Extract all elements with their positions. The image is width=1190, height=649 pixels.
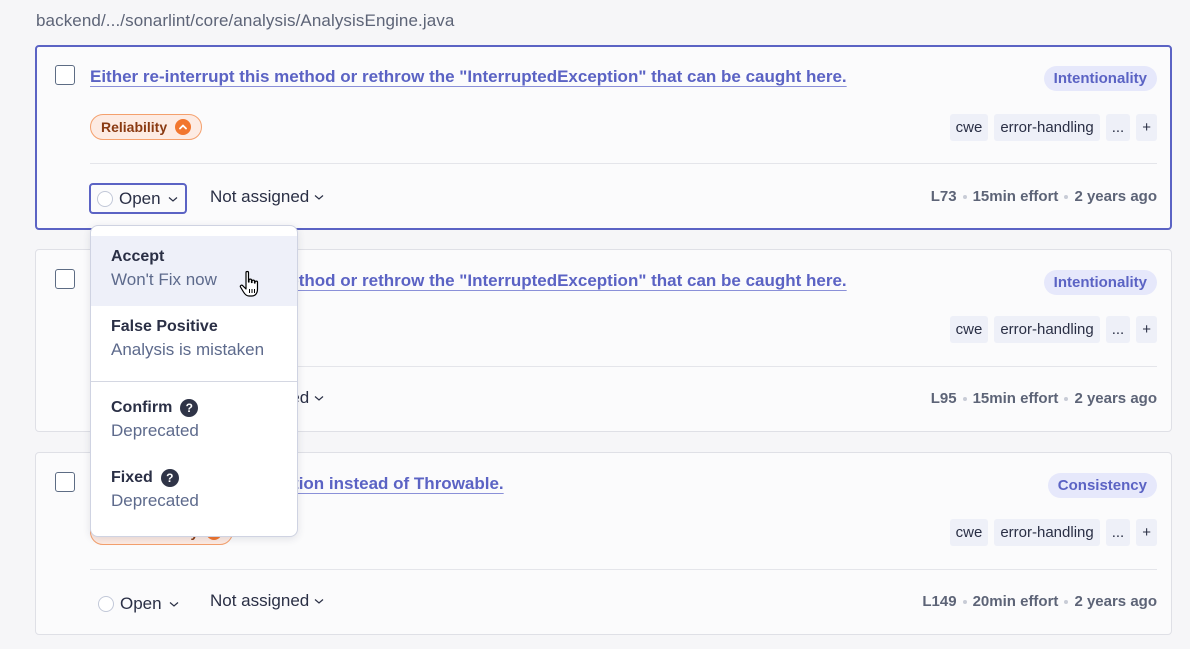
separator-dot xyxy=(962,599,967,604)
menu-item-description: Analysis is mistaken xyxy=(111,340,265,359)
menu-item-false-positive[interactable]: False Positive Analysis is mistaken xyxy=(91,306,297,376)
tag[interactable]: cwe xyxy=(949,519,989,546)
status-label: Open xyxy=(119,188,161,208)
age: 2 years ago xyxy=(1074,390,1157,407)
line-number[interactable]: L149 xyxy=(922,593,956,610)
status-label: Open xyxy=(120,593,162,613)
assignee-dropdown[interactable]: Not assigned xyxy=(210,591,325,611)
menu-item-description: Deprecated xyxy=(111,421,199,440)
chevron-down-icon xyxy=(314,599,324,604)
line-number[interactable]: L73 xyxy=(931,188,957,205)
issue-meta: L73 15min effort 2 years ago xyxy=(931,188,1157,205)
age: 2 years ago xyxy=(1074,593,1157,610)
help-icon[interactable]: ? xyxy=(180,399,199,417)
file-path: backend/.../sonarlint/core/analysis/Anal… xyxy=(36,11,455,30)
add-tag-button[interactable]: + xyxy=(1136,316,1157,343)
chevron-down-icon xyxy=(168,196,177,202)
divider xyxy=(90,163,1157,164)
tags-list: cwe error-handling ... + xyxy=(949,316,1157,343)
age: 2 years ago xyxy=(1074,188,1157,205)
hand-pointer-cursor-icon xyxy=(239,270,259,297)
add-tag-button[interactable]: + xyxy=(1136,114,1157,141)
tags-list: cwe error-handling ... + xyxy=(949,519,1157,546)
more-tags-button[interactable]: ... xyxy=(1105,114,1131,141)
menu-item-label: Fixed ? xyxy=(111,469,297,487)
menu-item-description: Deprecated xyxy=(111,491,199,510)
status-dropdown[interactable]: Open xyxy=(90,588,188,619)
tag[interactable]: error-handling xyxy=(994,114,1100,141)
tag[interactable]: cwe xyxy=(949,114,989,141)
quality-label: Reliability xyxy=(101,119,168,135)
status-open-icon xyxy=(97,190,113,207)
tags-list: cwe error-handling ... + xyxy=(949,114,1157,141)
clean-code-attribute-badge: Consistency xyxy=(1047,473,1157,498)
tag[interactable]: error-handling xyxy=(994,316,1100,343)
divider xyxy=(90,569,1157,570)
effort: 20min effort xyxy=(972,593,1059,610)
assignee-label: Not assigned xyxy=(210,187,310,206)
chevron-down-icon xyxy=(314,195,324,200)
add-tag-button[interactable]: + xyxy=(1136,519,1157,546)
menu-item-label: False Positive xyxy=(111,318,218,335)
severity-high-icon xyxy=(175,119,192,135)
separator-dot xyxy=(962,396,967,401)
tag[interactable]: cwe xyxy=(949,316,989,343)
tag[interactable]: error-handling xyxy=(994,519,1100,546)
status-dropdown[interactable]: Open xyxy=(89,183,187,214)
more-tags-button[interactable]: ... xyxy=(1105,519,1131,546)
effort: 15min effort xyxy=(972,390,1059,407)
separator-dot xyxy=(1064,396,1069,401)
software-quality-badge[interactable]: Reliability xyxy=(90,114,203,140)
issue-title-link[interactable]: Either re-interrupt this method or rethr… xyxy=(90,67,847,87)
separator-dot xyxy=(962,194,967,199)
chevron-down-icon xyxy=(314,396,324,401)
issue-checkbox[interactable] xyxy=(55,269,75,289)
separator-dot xyxy=(1064,599,1069,604)
more-tags-button[interactable]: ... xyxy=(1105,316,1131,343)
clean-code-attribute-badge: Intentionality xyxy=(1043,66,1157,91)
chevron-down-icon xyxy=(169,601,178,607)
menu-item-accept[interactable]: Accept Won't Fix now xyxy=(91,236,297,306)
issue-checkbox[interactable] xyxy=(55,65,75,85)
status-menu: Accept Won't Fix now False Positive Anal… xyxy=(90,225,298,537)
help-icon[interactable]: ? xyxy=(160,469,179,487)
menu-item-label: Accept xyxy=(111,248,165,265)
effort: 15min effort xyxy=(972,188,1059,205)
assignee-label: Not assigned xyxy=(210,591,310,610)
menu-separator xyxy=(91,381,297,382)
separator-dot xyxy=(1064,194,1069,199)
issue-checkbox[interactable] xyxy=(55,472,75,492)
line-number[interactable]: L95 xyxy=(931,390,957,407)
issue-meta: L95 15min effort 2 years ago xyxy=(931,390,1157,407)
clean-code-attribute-badge: Intentionality xyxy=(1043,270,1157,295)
assignee-dropdown[interactable]: Not assigned xyxy=(210,187,325,207)
menu-item-description: Won't Fix now xyxy=(111,270,217,289)
menu-item-fixed[interactable]: Fixed ? Deprecated xyxy=(91,459,297,529)
issue-meta: L149 20min effort 2 years ago xyxy=(922,593,1157,610)
status-open-icon xyxy=(98,595,114,612)
menu-item-label: Confirm ? xyxy=(111,399,297,417)
menu-item-confirm[interactable]: Confirm ? Deprecated xyxy=(91,389,297,459)
issue-card[interactable]: Either re-interrupt this method or rethr… xyxy=(35,45,1172,230)
